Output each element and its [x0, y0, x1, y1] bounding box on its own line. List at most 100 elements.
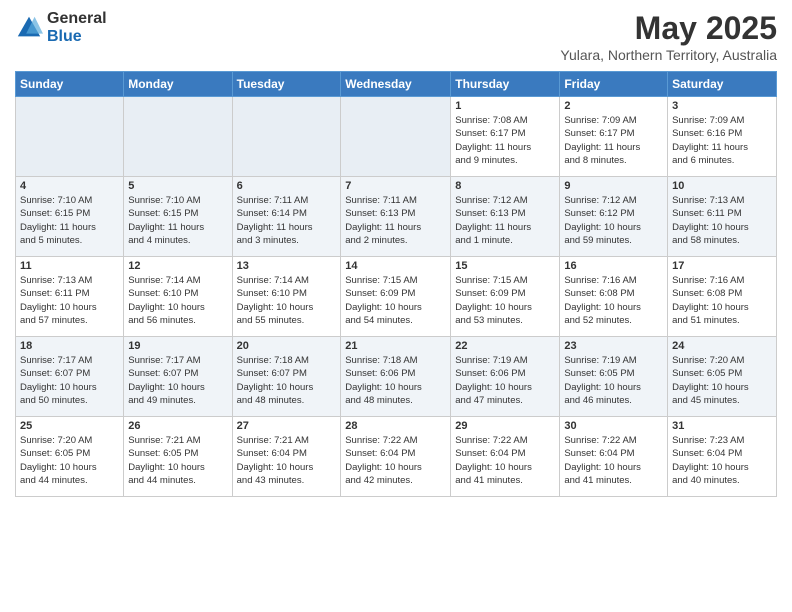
calendar-cell: 21 Sunrise: 7:18 AMSunset: 6:06 PMDayligh…	[341, 337, 451, 417]
day-number: 29	[455, 420, 555, 432]
day-number: 22	[455, 340, 555, 352]
title-block: May 2025 Yulara, Northern Territory, Aus…	[560, 10, 777, 63]
day-number: 1	[455, 100, 555, 112]
day-info: Sunrise: 7:11 AMSunset: 6:13 PMDaylight:…	[345, 194, 446, 247]
day-info: Sunrise: 7:13 AMSunset: 6:11 PMDaylight:…	[20, 274, 119, 327]
logo-general-text: General	[47, 10, 107, 28]
day-number: 3	[672, 100, 772, 112]
header-day-saturday: Saturday	[668, 72, 777, 97]
day-number: 28	[345, 420, 446, 432]
day-number: 10	[672, 180, 772, 192]
header-day-monday: Monday	[124, 72, 232, 97]
day-number: 20	[237, 340, 337, 352]
calendar-cell: 16 Sunrise: 7:16 AMSunset: 6:08 PMDayligh…	[560, 257, 668, 337]
day-info: Sunrise: 7:16 AMSunset: 6:08 PMDaylight:…	[672, 274, 772, 327]
calendar-cell: 14Sunrise: 7:15 AMSunset: 6:09 PMDayligh…	[341, 257, 451, 337]
calendar-cell: 18 Sunrise: 7:17 AMSunset: 6:07 PMDayligh…	[16, 337, 124, 417]
calendar-header: SundayMondayTuesdayWednesdayThursdayFrid…	[16, 72, 777, 97]
calendar-cell	[16, 97, 124, 177]
day-number: 25	[20, 420, 119, 432]
calendar-cell: 26 Sunrise: 7:21 AMSunset: 6:05 PMDayligh…	[124, 417, 232, 497]
page-header: General Blue May 2025 Yulara, Northern T…	[15, 10, 777, 63]
calendar-cell: 22 Sunrise: 7:19 AMSunset: 6:06 PMDayligh…	[451, 337, 560, 417]
week-row-2: 4Sunrise: 7:10 AMSunset: 6:15 PMDaylight…	[16, 177, 777, 257]
day-info: Sunrise: 7:14 AMSunset: 6:10 PMDaylight:…	[128, 274, 227, 327]
day-info: Sunrise: 7:20 AMSunset: 6:05 PMDaylight:…	[20, 434, 119, 487]
calendar-cell: 27Sunrise: 7:21 AMSunset: 6:04 PMDayligh…	[232, 417, 341, 497]
day-info: Sunrise: 7:16 AMSunset: 6:08 PMDaylight:…	[564, 274, 663, 327]
calendar-cell: 4Sunrise: 7:10 AMSunset: 6:15 PMDaylight…	[16, 177, 124, 257]
day-info: Sunrise: 7:10 AMSunset: 6:15 PMDaylight:…	[128, 194, 227, 247]
logo-text: General Blue	[47, 10, 107, 45]
calendar-table: SundayMondayTuesdayWednesdayThursdayFrid…	[15, 71, 777, 497]
calendar-cell: 31 Sunrise: 7:23 AMSunset: 6:04 PMDayligh…	[668, 417, 777, 497]
day-info: Sunrise: 7:17 AMSunset: 6:07 PMDaylight:…	[128, 354, 227, 407]
day-info: Sunrise: 7:20 AMSunset: 6:05 PMDaylight:…	[672, 354, 772, 407]
header-day-sunday: Sunday	[16, 72, 124, 97]
header-day-friday: Friday	[560, 72, 668, 97]
day-number: 18	[20, 340, 119, 352]
calendar-cell: 24 Sunrise: 7:20 AMSunset: 6:05 PMDayligh…	[668, 337, 777, 417]
calendar-cell: 12Sunrise: 7:14 AMSunset: 6:10 PMDayligh…	[124, 257, 232, 337]
header-row: SundayMondayTuesdayWednesdayThursdayFrid…	[16, 72, 777, 97]
calendar-cell: 7Sunrise: 7:11 AMSunset: 6:13 PMDaylight…	[341, 177, 451, 257]
day-info: Sunrise: 7:18 AMSunset: 6:06 PMDaylight:…	[345, 354, 446, 407]
calendar-cell: 10 Sunrise: 7:13 AMSunset: 6:11 PMDayligh…	[668, 177, 777, 257]
day-number: 6	[237, 180, 337, 192]
calendar-cell: 11 Sunrise: 7:13 AMSunset: 6:11 PMDayligh…	[16, 257, 124, 337]
day-number: 14	[345, 260, 446, 272]
day-number: 27	[237, 420, 337, 432]
day-info: Sunrise: 7:19 AMSunset: 6:05 PMDaylight:…	[564, 354, 663, 407]
day-info: Sunrise: 7:19 AMSunset: 6:06 PMDaylight:…	[455, 354, 555, 407]
day-number: 24	[672, 340, 772, 352]
day-info: Sunrise: 7:21 AMSunset: 6:05 PMDaylight:…	[128, 434, 227, 487]
day-number: 23	[564, 340, 663, 352]
week-row-5: 25 Sunrise: 7:20 AMSunset: 6:05 PMDayligh…	[16, 417, 777, 497]
calendar-cell: 17Sunrise: 7:16 AMSunset: 6:08 PMDayligh…	[668, 257, 777, 337]
calendar-cell: 30 Sunrise: 7:22 AMSunset: 6:04 PMDayligh…	[560, 417, 668, 497]
calendar-cell: 9Sunrise: 7:12 AMSunset: 6:12 PMDaylight…	[560, 177, 668, 257]
calendar-cell: 6Sunrise: 7:11 AMSunset: 6:14 PMDaylight…	[232, 177, 341, 257]
day-info: Sunrise: 7:15 AMSunset: 6:09 PMDaylight:…	[455, 274, 555, 327]
logo: General Blue	[15, 10, 107, 45]
day-info: Sunrise: 7:09 AMSunset: 6:16 PMDaylight:…	[672, 114, 772, 167]
month-year: May 2025	[560, 10, 777, 47]
day-info: Sunrise: 7:17 AMSunset: 6:07 PMDaylight:…	[20, 354, 119, 407]
day-number: 15	[455, 260, 555, 272]
day-info: Sunrise: 7:08 AMSunset: 6:17 PMDaylight:…	[455, 114, 555, 167]
logo-icon	[15, 14, 43, 42]
calendar-cell: 23 Sunrise: 7:19 AMSunset: 6:05 PMDayligh…	[560, 337, 668, 417]
calendar-cell	[124, 97, 232, 177]
calendar-cell: 15 Sunrise: 7:15 AMSunset: 6:09 PMDayligh…	[451, 257, 560, 337]
day-number: 21	[345, 340, 446, 352]
day-info: Sunrise: 7:09 AMSunset: 6:17 PMDaylight:…	[564, 114, 663, 167]
calendar-cell: 2 Sunrise: 7:09 AMSunset: 6:17 PMDaylight…	[560, 97, 668, 177]
day-number: 13	[237, 260, 337, 272]
day-number: 30	[564, 420, 663, 432]
day-info: Sunrise: 7:22 AMSunset: 6:04 PMDaylight:…	[345, 434, 446, 487]
day-number: 16	[564, 260, 663, 272]
day-number: 31	[672, 420, 772, 432]
day-number: 5	[128, 180, 227, 192]
calendar-body: 1 Sunrise: 7:08 AMSunset: 6:17 PMDaylight…	[16, 97, 777, 497]
day-number: 2	[564, 100, 663, 112]
day-info: Sunrise: 7:22 AMSunset: 6:04 PMDaylight:…	[455, 434, 555, 487]
day-info: Sunrise: 7:13 AMSunset: 6:11 PMDaylight:…	[672, 194, 772, 247]
header-day-tuesday: Tuesday	[232, 72, 341, 97]
header-day-wednesday: Wednesday	[341, 72, 451, 97]
day-number: 11	[20, 260, 119, 272]
calendar-cell: 5 Sunrise: 7:10 AMSunset: 6:15 PMDaylight…	[124, 177, 232, 257]
week-row-3: 11 Sunrise: 7:13 AMSunset: 6:11 PMDayligh…	[16, 257, 777, 337]
week-row-4: 18 Sunrise: 7:17 AMSunset: 6:07 PMDayligh…	[16, 337, 777, 417]
day-info: Sunrise: 7:18 AMSunset: 6:07 PMDaylight:…	[237, 354, 337, 407]
location: Yulara, Northern Territory, Australia	[560, 47, 777, 63]
day-number: 19	[128, 340, 227, 352]
calendar-cell: 19 Sunrise: 7:17 AMSunset: 6:07 PMDayligh…	[124, 337, 232, 417]
day-number: 8	[455, 180, 555, 192]
calendar-cell	[341, 97, 451, 177]
day-number: 26	[128, 420, 227, 432]
day-info: Sunrise: 7:22 AMSunset: 6:04 PMDaylight:…	[564, 434, 663, 487]
calendar-cell: 25 Sunrise: 7:20 AMSunset: 6:05 PMDayligh…	[16, 417, 124, 497]
calendar-cell: 3 Sunrise: 7:09 AMSunset: 6:16 PMDaylight…	[668, 97, 777, 177]
day-info: Sunrise: 7:23 AMSunset: 6:04 PMDaylight:…	[672, 434, 772, 487]
